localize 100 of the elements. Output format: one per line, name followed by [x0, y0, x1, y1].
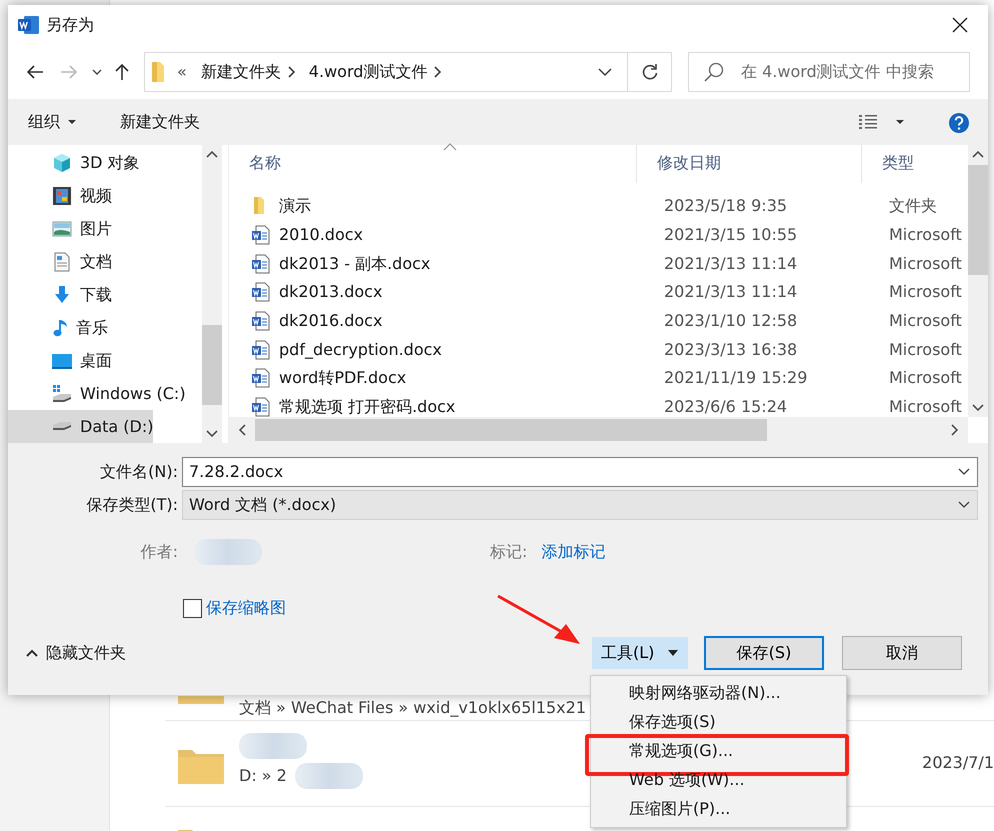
drive-icon — [52, 422, 72, 431]
file-name[interactable]: dk2016.docx — [279, 309, 382, 334]
overflow-chevron[interactable]: « — [177, 60, 187, 84]
column-header[interactable]: 名称 — [249, 153, 281, 172]
folder-path: 文档 » WeChat Files » wxid_v1oklx65l15x21 — [239, 697, 586, 719]
save-button[interactable]: 保存(S) — [704, 636, 824, 670]
organize-menu[interactable]: 组织 — [24, 108, 82, 136]
date-text: 2023/7/1 — [922, 752, 994, 774]
nav-item[interactable]: 桌面 — [8, 344, 112, 377]
file-name[interactable]: pdf_decryption.docx — [279, 338, 442, 362]
search-box[interactable]: 在 4.word测试文件 中搜索 — [688, 52, 970, 92]
checkbox[interactable] — [183, 598, 202, 618]
file-type: Microsoft — [888, 224, 963, 246]
file-date: 2023/6/6 15:24 — [663, 396, 788, 418]
word-document-icon — [251, 311, 271, 332]
file-type: Microsoft — [888, 338, 963, 361]
search-field[interactable]: 在 4.word测试文件 中搜索 — [739, 59, 959, 85]
nav-item[interactable]: 文档 — [8, 245, 112, 278]
file-name[interactable]: dk2013 - 副本.docx — [279, 252, 430, 276]
landscape-picture-icon — [52, 220, 72, 236]
file-type: Microsoft — [888, 252, 963, 275]
field-label: 作者: — [140, 541, 178, 563]
blurred-text — [294, 763, 363, 789]
scroll-up-icon[interactable] — [206, 149, 218, 159]
file-date: 2021/3/13 11:14 — [663, 252, 798, 275]
caret-icon — [667, 648, 679, 658]
address-bar[interactable]: « 新建文件夹 4.word测试文件 — [144, 52, 672, 92]
word-document-icon — [251, 368, 271, 388]
tools-button[interactable]: 工具(L) — [592, 637, 688, 669]
nav-item[interactable]: 图片 — [8, 212, 112, 245]
file-date: 2021/11/19 15:29 — [663, 367, 808, 390]
scroll-up-icon[interactable] — [972, 149, 984, 159]
file-date: 2023/5/18 9:35 — [663, 195, 788, 218]
file-type: Microsoft — [888, 367, 963, 390]
chevron-right-icon[interactable] — [433, 65, 444, 79]
hide-folders-button[interactable]: 隐藏文件夹 — [22, 639, 130, 667]
file-name[interactable]: dk2013.docx — [279, 280, 382, 304]
blurred-text — [239, 733, 307, 759]
scroll-down-icon[interactable] — [972, 403, 984, 413]
folder-icon — [177, 696, 225, 704]
field-label: 标记: — [490, 541, 528, 563]
nav-item[interactable]: 下载 — [8, 278, 112, 311]
scroll-down-icon[interactable] — [206, 429, 218, 439]
menu-item[interactable]: 压缩图片(P)... — [629, 800, 730, 819]
down-arrow-icon — [52, 284, 72, 304]
nav-item[interactable]: 视频 — [8, 179, 112, 212]
chevron-up-icon — [26, 648, 38, 658]
caret-icon — [66, 117, 78, 127]
file-type: 文件夹 — [888, 195, 938, 218]
file-name[interactable]: 常规选项 打开密码.docx — [279, 395, 456, 420]
music-note-icon — [52, 318, 68, 338]
scroll-left-icon[interactable] — [237, 423, 247, 437]
dropdown-icon — [957, 467, 971, 477]
film-icon — [52, 186, 72, 206]
file-name[interactable]: 2010.docx — [279, 223, 364, 248]
nav-item[interactable]: 音乐 — [8, 311, 108, 344]
menu-item[interactable]: 映射网络驱动器(N)... — [629, 684, 781, 703]
windows-drive-icon — [52, 384, 72, 402]
scroll-right-icon[interactable] — [950, 423, 960, 437]
scrollbar[interactable] — [229, 417, 968, 443]
nav-item[interactable]: Data (D:) — [8, 410, 154, 443]
breadcrumb-item[interactable]: 新建文件夹 — [200, 60, 281, 84]
column-header[interactable]: 修改日期 — [657, 153, 721, 172]
window-title: 另存为 — [46, 14, 94, 36]
refresh-icon — [640, 63, 658, 81]
nav-item[interactable]: Windows (C:) — [8, 377, 186, 410]
add-tag-link[interactable]: 添加标记 — [541, 540, 606, 564]
word-document-icon — [251, 397, 271, 418]
scrollbar[interactable] — [968, 145, 988, 417]
file-type: Microsoft — [888, 310, 963, 332]
field-label: 文件名(N): — [99, 461, 178, 483]
menu-item[interactable]: 保存选项(S) — [629, 713, 716, 732]
file-name[interactable]: word转PDF.docx — [279, 366, 406, 390]
word-icon — [18, 15, 40, 35]
list-view-icon — [858, 113, 878, 131]
filename-field[interactable]: 7.28.2.docx — [182, 457, 978, 487]
file-date: 2023/1/10 12:58 — [663, 310, 798, 332]
blurred-text — [194, 539, 262, 565]
menu-item[interactable]: Web 选项(W)... — [629, 771, 745, 790]
file-date: 2021/3/15 10:55 — [663, 224, 798, 246]
file-name[interactable]: 演示 — [279, 194, 311, 218]
field-label: 保存类型(T): — [85, 494, 178, 516]
folder-path: D: » 2 — [239, 765, 287, 787]
cancel-button[interactable]: 取消 — [842, 636, 962, 670]
monitor-icon — [52, 352, 72, 368]
menu-item[interactable]: 常规选项(G)... — [629, 742, 734, 761]
file-type-dropdown[interactable]: Word 文档 (*.docx) — [182, 490, 978, 520]
folder-icon — [151, 61, 165, 83]
cube-icon — [52, 152, 72, 172]
breadcrumb-item[interactable]: 4.word测试文件 — [308, 60, 428, 84]
close-icon — [952, 17, 968, 33]
chevron-right-icon[interactable] — [286, 65, 297, 79]
file-type: Microsoft — [888, 396, 963, 418]
word-document-icon — [251, 254, 271, 274]
nav-item[interactable]: 3D 对象 — [8, 146, 140, 179]
new-folder-button[interactable]: 新建文件夹 — [116, 108, 204, 136]
checkbox-label[interactable]: 保存缩略图 — [206, 596, 286, 620]
column-header[interactable]: 类型 — [882, 153, 914, 172]
document-icon — [52, 252, 72, 272]
file-date: 2023/3/13 16:38 — [663, 338, 798, 361]
